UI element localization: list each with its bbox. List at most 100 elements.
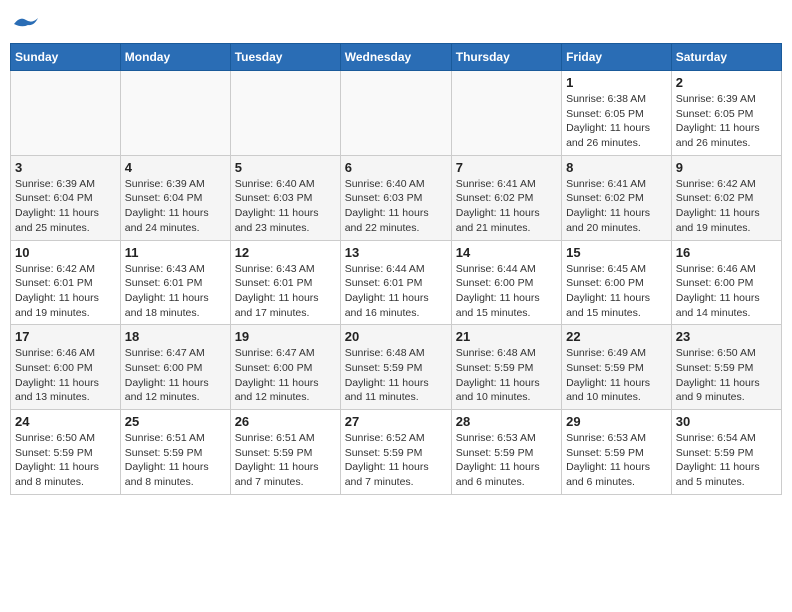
calendar-day-cell: 24Sunrise: 6:50 AMSunset: 5:59 PMDayligh…	[11, 410, 121, 495]
calendar-week-row: 10 Sunrise: 6:42 AMSunset: 6:01 PMDayligh…	[11, 240, 782, 325]
day-info: Sunrise: 6:42 AMSunset: 6:01 PMDaylight:…	[15, 262, 116, 321]
day-number: 5	[235, 160, 336, 175]
day-number: 30	[676, 414, 777, 429]
day-info: Sunrise: 6:39 AMSunset: 6:04 PMDaylight:…	[125, 177, 226, 236]
weekday-header: Monday	[120, 44, 230, 71]
calendar-day-cell: 25Sunrise: 6:51 AMSunset: 5:59 PMDayligh…	[120, 410, 230, 495]
day-number: 29	[566, 414, 667, 429]
day-number: 14	[456, 245, 557, 260]
calendar-day-cell: 27 Sunrise: 6:52 AMSunset: 5:59 PMDayligh…	[340, 410, 451, 495]
day-number: 2	[676, 75, 777, 90]
calendar-day-cell: 15 Sunrise: 6:45 AMSunset: 6:00 PMDayligh…	[562, 240, 672, 325]
day-number: 1	[566, 75, 667, 90]
calendar-day-cell: 22 Sunrise: 6:49 AMSunset: 5:59 PMDayligh…	[562, 325, 672, 410]
day-info: Sunrise: 6:52 AMSunset: 5:59 PMDaylight:…	[345, 431, 447, 490]
day-number: 11	[125, 245, 226, 260]
weekday-header: Friday	[562, 44, 672, 71]
calendar-day-cell: 3 Sunrise: 6:39 AMSunset: 6:04 PMDaylight…	[11, 155, 121, 240]
day-number: 25	[125, 414, 226, 429]
day-info: Sunrise: 6:53 AMSunset: 5:59 PMDaylight:…	[566, 431, 667, 490]
calendar-day-cell: 20Sunrise: 6:48 AMSunset: 5:59 PMDayligh…	[340, 325, 451, 410]
day-number: 21	[456, 329, 557, 344]
day-info: Sunrise: 6:46 AMSunset: 6:00 PMDaylight:…	[15, 346, 116, 405]
day-info: Sunrise: 6:45 AMSunset: 6:00 PMDaylight:…	[566, 262, 667, 321]
day-number: 16	[676, 245, 777, 260]
day-info: Sunrise: 6:51 AMSunset: 5:59 PMDaylight:…	[235, 431, 336, 490]
calendar-week-row: 3 Sunrise: 6:39 AMSunset: 6:04 PMDaylight…	[11, 155, 782, 240]
calendar-header-row: SundayMondayTuesdayWednesdayThursdayFrid…	[11, 44, 782, 71]
day-number: 10	[15, 245, 116, 260]
day-info: Sunrise: 6:47 AMSunset: 6:00 PMDaylight:…	[235, 346, 336, 405]
calendar-day-cell: 11 Sunrise: 6:43 AMSunset: 6:01 PMDayligh…	[120, 240, 230, 325]
day-number: 19	[235, 329, 336, 344]
day-info: Sunrise: 6:41 AMSunset: 6:02 PMDaylight:…	[566, 177, 667, 236]
calendar-day-cell: 23 Sunrise: 6:50 AMSunset: 5:59 PMDayligh…	[671, 325, 781, 410]
calendar-day-cell: 30 Sunrise: 6:54 AMSunset: 5:59 PMDayligh…	[671, 410, 781, 495]
calendar-day-cell	[120, 71, 230, 156]
day-info: Sunrise: 6:40 AMSunset: 6:03 PMDaylight:…	[345, 177, 447, 236]
day-info: Sunrise: 6:53 AMSunset: 5:59 PMDaylight:…	[456, 431, 557, 490]
day-info: Sunrise: 6:54 AMSunset: 5:59 PMDaylight:…	[676, 431, 777, 490]
calendar-day-cell: 19 Sunrise: 6:47 AMSunset: 6:00 PMDayligh…	[230, 325, 340, 410]
day-number: 15	[566, 245, 667, 260]
calendar-day-cell: 10 Sunrise: 6:42 AMSunset: 6:01 PMDayligh…	[11, 240, 121, 325]
day-info: Sunrise: 6:39 AMSunset: 6:04 PMDaylight:…	[15, 177, 116, 236]
calendar-week-row: 17 Sunrise: 6:46 AMSunset: 6:00 PMDayligh…	[11, 325, 782, 410]
day-info: Sunrise: 6:44 AMSunset: 6:01 PMDaylight:…	[345, 262, 447, 321]
day-number: 18	[125, 329, 226, 344]
weekday-header: Thursday	[451, 44, 561, 71]
day-number: 3	[15, 160, 116, 175]
day-info: Sunrise: 6:50 AMSunset: 5:59 PMDaylight:…	[676, 346, 777, 405]
day-info: Sunrise: 6:39 AMSunset: 6:05 PMDaylight:…	[676, 92, 777, 151]
calendar-day-cell: 7 Sunrise: 6:41 AMSunset: 6:02 PMDaylight…	[451, 155, 561, 240]
day-info: Sunrise: 6:44 AMSunset: 6:00 PMDaylight:…	[456, 262, 557, 321]
day-number: 13	[345, 245, 447, 260]
calendar-day-cell: 29 Sunrise: 6:53 AMSunset: 5:59 PMDayligh…	[562, 410, 672, 495]
calendar-day-cell: 1 Sunrise: 6:38 AMSunset: 6:05 PMDaylight…	[562, 71, 672, 156]
day-number: 24	[15, 414, 116, 429]
calendar-week-row: 1 Sunrise: 6:38 AMSunset: 6:05 PMDaylight…	[11, 71, 782, 156]
day-info: Sunrise: 6:46 AMSunset: 6:00 PMDaylight:…	[676, 262, 777, 321]
day-number: 6	[345, 160, 447, 175]
day-number: 28	[456, 414, 557, 429]
logo	[10, 10, 40, 39]
day-number: 26	[235, 414, 336, 429]
calendar-day-cell: 12Sunrise: 6:43 AMSunset: 6:01 PMDayligh…	[230, 240, 340, 325]
weekday-header: Sunday	[11, 44, 121, 71]
day-info: Sunrise: 6:41 AMSunset: 6:02 PMDaylight:…	[456, 177, 557, 236]
calendar-day-cell: 8 Sunrise: 6:41 AMSunset: 6:02 PMDaylight…	[562, 155, 672, 240]
page-header	[10, 10, 782, 39]
day-info: Sunrise: 6:49 AMSunset: 5:59 PMDaylight:…	[566, 346, 667, 405]
day-number: 9	[676, 160, 777, 175]
calendar-day-cell	[340, 71, 451, 156]
day-info: Sunrise: 6:42 AMSunset: 6:02 PMDaylight:…	[676, 177, 777, 236]
day-info: Sunrise: 6:38 AMSunset: 6:05 PMDaylight:…	[566, 92, 667, 151]
calendar-day-cell: 18 Sunrise: 6:47 AMSunset: 6:00 PMDayligh…	[120, 325, 230, 410]
calendar-day-cell: 16 Sunrise: 6:46 AMSunset: 6:00 PMDayligh…	[671, 240, 781, 325]
calendar-day-cell: 28 Sunrise: 6:53 AMSunset: 5:59 PMDayligh…	[451, 410, 561, 495]
calendar-day-cell	[11, 71, 121, 156]
day-number: 27	[345, 414, 447, 429]
day-number: 23	[676, 329, 777, 344]
day-info: Sunrise: 6:43 AMSunset: 6:01 PMDaylight:…	[235, 262, 336, 321]
day-info: Sunrise: 6:43 AMSunset: 6:01 PMDaylight:…	[125, 262, 226, 321]
calendar-day-cell: 13 Sunrise: 6:44 AMSunset: 6:01 PMDayligh…	[340, 240, 451, 325]
weekday-header: Saturday	[671, 44, 781, 71]
day-info: Sunrise: 6:48 AMSunset: 5:59 PMDaylight:…	[345, 346, 447, 405]
day-number: 22	[566, 329, 667, 344]
day-info: Sunrise: 6:40 AMSunset: 6:03 PMDaylight:…	[235, 177, 336, 236]
day-info: Sunrise: 6:48 AMSunset: 5:59 PMDaylight:…	[456, 346, 557, 405]
day-info: Sunrise: 6:47 AMSunset: 6:00 PMDaylight:…	[125, 346, 226, 405]
day-number: 8	[566, 160, 667, 175]
calendar-day-cell: 14 Sunrise: 6:44 AMSunset: 6:00 PMDayligh…	[451, 240, 561, 325]
day-number: 4	[125, 160, 226, 175]
calendar-day-cell: 2 Sunrise: 6:39 AMSunset: 6:05 PMDaylight…	[671, 71, 781, 156]
day-number: 17	[15, 329, 116, 344]
calendar-week-row: 24Sunrise: 6:50 AMSunset: 5:59 PMDayligh…	[11, 410, 782, 495]
day-number: 7	[456, 160, 557, 175]
calendar-day-cell: 17 Sunrise: 6:46 AMSunset: 6:00 PMDayligh…	[11, 325, 121, 410]
calendar-day-cell: 6 Sunrise: 6:40 AMSunset: 6:03 PMDaylight…	[340, 155, 451, 240]
weekday-header: Wednesday	[340, 44, 451, 71]
calendar-day-cell: 4 Sunrise: 6:39 AMSunset: 6:04 PMDaylight…	[120, 155, 230, 240]
logo-bird-icon	[12, 14, 40, 34]
